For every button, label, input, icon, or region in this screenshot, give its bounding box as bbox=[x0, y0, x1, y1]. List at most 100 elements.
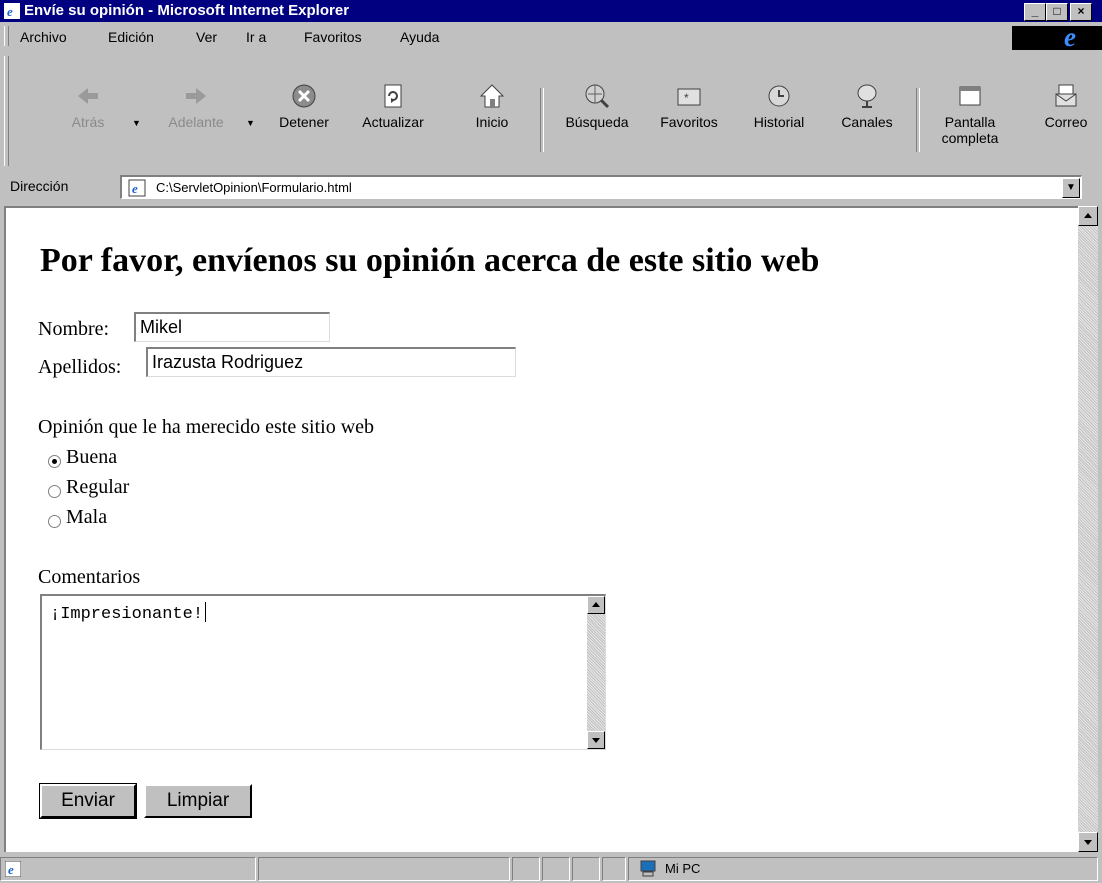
close-button[interactable]: × bbox=[1070, 3, 1092, 21]
menu-edicion[interactable]: Edición bbox=[108, 29, 154, 45]
address-input[interactable]: e C:\ServletOpinion\Formulario.html ▼ bbox=[120, 175, 1082, 199]
stop-label: Detener bbox=[279, 114, 329, 130]
stop-icon bbox=[292, 84, 316, 108]
fullscreen-icon bbox=[959, 86, 981, 106]
ie-logo-icon: e bbox=[1064, 22, 1076, 52]
address-bar: Dirección e C:\ServletOpinion\Formulario… bbox=[0, 172, 1102, 202]
svg-text:e: e bbox=[8, 862, 14, 877]
menu-bar: Archivo Edición Ver Ir a Favoritos Ayuda bbox=[0, 24, 1102, 50]
name-input[interactable]: Mikel bbox=[134, 312, 330, 342]
ie-logo: e bbox=[1012, 22, 1102, 52]
title-bar[interactable]: e Envíe su opinión - Microsoft Internet … bbox=[0, 0, 1102, 22]
page-heading: Por favor, envíenos su opinión acerca de… bbox=[40, 242, 820, 279]
ie-page-icon: e bbox=[4, 3, 20, 19]
status-cell bbox=[512, 857, 540, 881]
submit-button[interactable]: Enviar bbox=[39, 783, 137, 819]
option-mala-label: Mala bbox=[66, 506, 108, 528]
menu-favoritos[interactable]: Favoritos bbox=[304, 29, 362, 45]
textarea-scrollbar[interactable] bbox=[587, 596, 605, 749]
comments-value: ¡Impresionante! bbox=[50, 605, 204, 624]
fullscreen-button[interactable]: Pantalla completa bbox=[928, 52, 1012, 146]
page-scroll-up-button[interactable] bbox=[1078, 206, 1098, 226]
status-cell bbox=[602, 857, 626, 881]
menu-ver[interactable]: Ver bbox=[196, 29, 217, 45]
forward-dropdown-icon[interactable]: ▼ bbox=[246, 118, 255, 128]
name-label: Nombre: bbox=[38, 318, 110, 340]
text-caret bbox=[205, 602, 207, 622]
menu-ayuda[interactable]: Ayuda bbox=[400, 29, 439, 45]
channels-button[interactable]: Canales bbox=[830, 52, 904, 130]
page-status-icon: e bbox=[5, 861, 21, 877]
opinion-label: Opinión que le ha merecido este sitio we… bbox=[38, 416, 375, 438]
refresh-icon bbox=[384, 84, 402, 108]
history-icon bbox=[768, 85, 790, 107]
back-arrow-icon bbox=[78, 88, 98, 104]
mail-label: Correo bbox=[1044, 114, 1088, 130]
mail-button[interactable]: Correo bbox=[1030, 52, 1102, 130]
toolbar-grip[interactable] bbox=[4, 56, 9, 166]
status-zone: Mi PC bbox=[628, 857, 1098, 881]
back-label: Atrás bbox=[71, 114, 105, 130]
page-icon: e bbox=[128, 179, 146, 197]
svg-text:e: e bbox=[7, 4, 13, 19]
status-cell bbox=[542, 857, 570, 881]
scroll-up-icon bbox=[1084, 213, 1092, 218]
refresh-label: Actualizar bbox=[362, 114, 424, 130]
toolbar-separator bbox=[540, 88, 544, 152]
search-label: Búsqueda bbox=[565, 114, 629, 130]
search-button[interactable]: Búsqueda bbox=[552, 52, 642, 130]
fullscreen-label-2: completa bbox=[941, 130, 999, 146]
status-cell bbox=[572, 857, 600, 881]
zone-label: Mi PC bbox=[665, 861, 701, 876]
back-dropdown-icon[interactable]: ▼ bbox=[132, 118, 141, 128]
svg-text:e: e bbox=[132, 181, 138, 196]
home-button[interactable]: Inicio bbox=[456, 52, 528, 130]
stop-button[interactable]: Detener bbox=[264, 52, 344, 130]
option-buena-label: Buena bbox=[66, 446, 118, 468]
toolbar-separator bbox=[916, 88, 920, 152]
comments-textarea[interactable]: ¡Impresionante! bbox=[40, 594, 606, 750]
textarea-scroll-down-button[interactable] bbox=[587, 731, 605, 749]
page-scrollbar[interactable] bbox=[1078, 206, 1098, 852]
home-label: Inicio bbox=[475, 114, 509, 130]
home-icon bbox=[479, 84, 505, 108]
status-bar: e Mi PC bbox=[0, 856, 1102, 883]
favorites-button[interactable]: * Favoritos bbox=[646, 52, 732, 130]
textarea-scroll-up-button[interactable] bbox=[587, 596, 605, 614]
window-title: Envíe su opinión - Microsoft Internet Ex… bbox=[24, 2, 350, 19]
menu-archivo[interactable]: Archivo bbox=[20, 29, 67, 45]
radio-mala[interactable] bbox=[48, 515, 61, 528]
back-button[interactable]: Atrás bbox=[48, 52, 128, 130]
refresh-button[interactable]: Actualizar bbox=[346, 52, 440, 130]
menu-ir-a[interactable]: Ir a bbox=[246, 29, 266, 45]
status-main: e bbox=[0, 857, 256, 881]
forward-button[interactable]: Adelante bbox=[150, 52, 242, 130]
forward-label: Adelante bbox=[168, 114, 224, 130]
history-button[interactable]: Historial bbox=[740, 52, 818, 130]
radio-regular[interactable] bbox=[48, 485, 61, 498]
forward-arrow-icon bbox=[186, 88, 206, 104]
scroll-up-icon bbox=[592, 602, 600, 607]
surname-input[interactable]: Irazusta Rodriguez bbox=[146, 347, 516, 377]
favorites-folder-icon: * bbox=[677, 88, 701, 106]
favorites-label: Favoritos bbox=[660, 114, 718, 130]
history-label: Historial bbox=[753, 114, 805, 130]
option-regular-label: Regular bbox=[66, 476, 130, 498]
scroll-down-icon bbox=[1084, 840, 1092, 845]
scroll-down-icon bbox=[592, 738, 600, 743]
minimize-button[interactable]: _ bbox=[1024, 3, 1046, 21]
page-scroll-down-button[interactable] bbox=[1078, 832, 1098, 852]
surname-label: Apellidos: bbox=[38, 356, 122, 378]
maximize-button[interactable]: □ bbox=[1046, 3, 1068, 21]
comments-label: Comentarios bbox=[38, 566, 141, 588]
address-label: Dirección bbox=[10, 178, 69, 194]
menu-grip[interactable] bbox=[4, 26, 9, 46]
fullscreen-label: Pantalla bbox=[944, 114, 996, 130]
reset-button[interactable]: Limpiar bbox=[144, 784, 252, 818]
address-dropdown-icon[interactable]: ▼ bbox=[1062, 178, 1080, 198]
radio-buena[interactable] bbox=[48, 455, 61, 468]
comments-text: ¡Impresionante! bbox=[50, 602, 207, 624]
search-globe-icon bbox=[585, 84, 610, 109]
svg-text:*: * bbox=[684, 91, 689, 105]
browser-window: e Envíe su opinión - Microsoft Internet … bbox=[0, 0, 1102, 883]
